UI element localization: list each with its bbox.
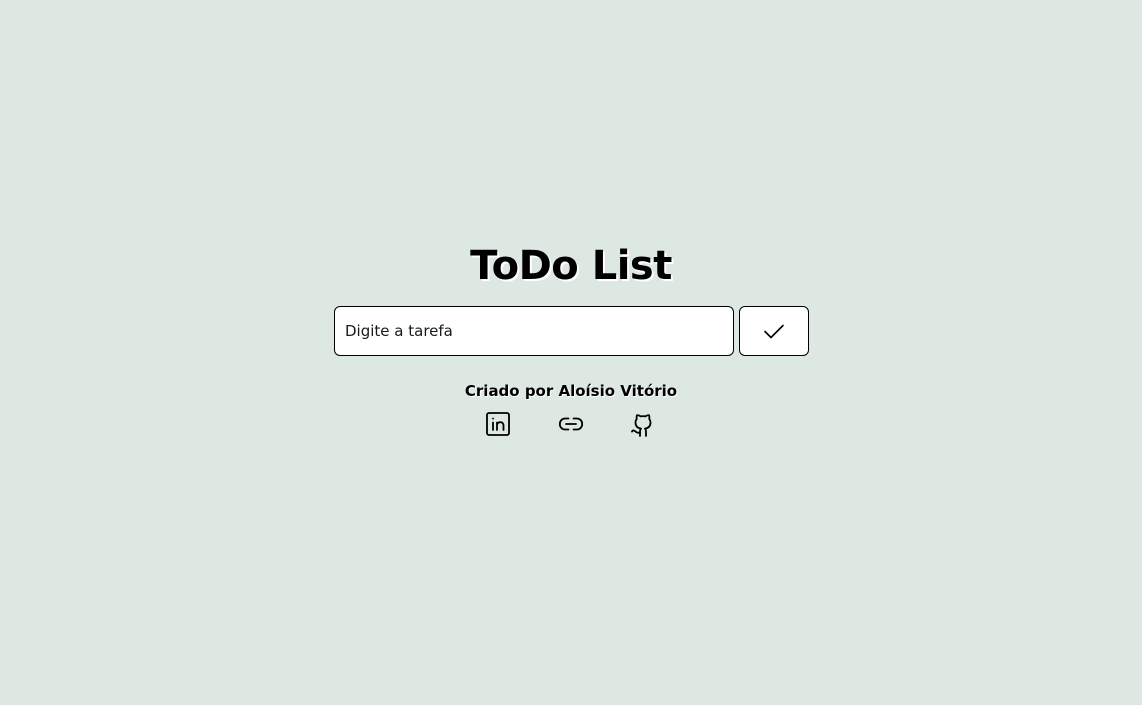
footer: Criado por Aloísio Vitório <box>0 380 1142 437</box>
linkedin-link[interactable] <box>484 410 512 438</box>
task-input[interactable] <box>334 306 734 356</box>
social-links <box>0 410 1142 438</box>
add-task-button[interactable] <box>739 306 809 356</box>
github-icon <box>629 410 657 438</box>
page-title: ToDo List <box>470 243 672 289</box>
linkedin-icon <box>485 411 511 437</box>
link-icon <box>557 410 585 438</box>
author-credit: Criado por Aloísio Vitório <box>464 382 678 400</box>
check-icon <box>762 319 786 343</box>
github-link[interactable] <box>629 410 657 438</box>
task-form <box>334 306 809 356</box>
portfolio-link[interactable] <box>557 410 585 438</box>
todo-app: ToDo List Criado por Aloísio Vitório <box>0 0 1142 705</box>
